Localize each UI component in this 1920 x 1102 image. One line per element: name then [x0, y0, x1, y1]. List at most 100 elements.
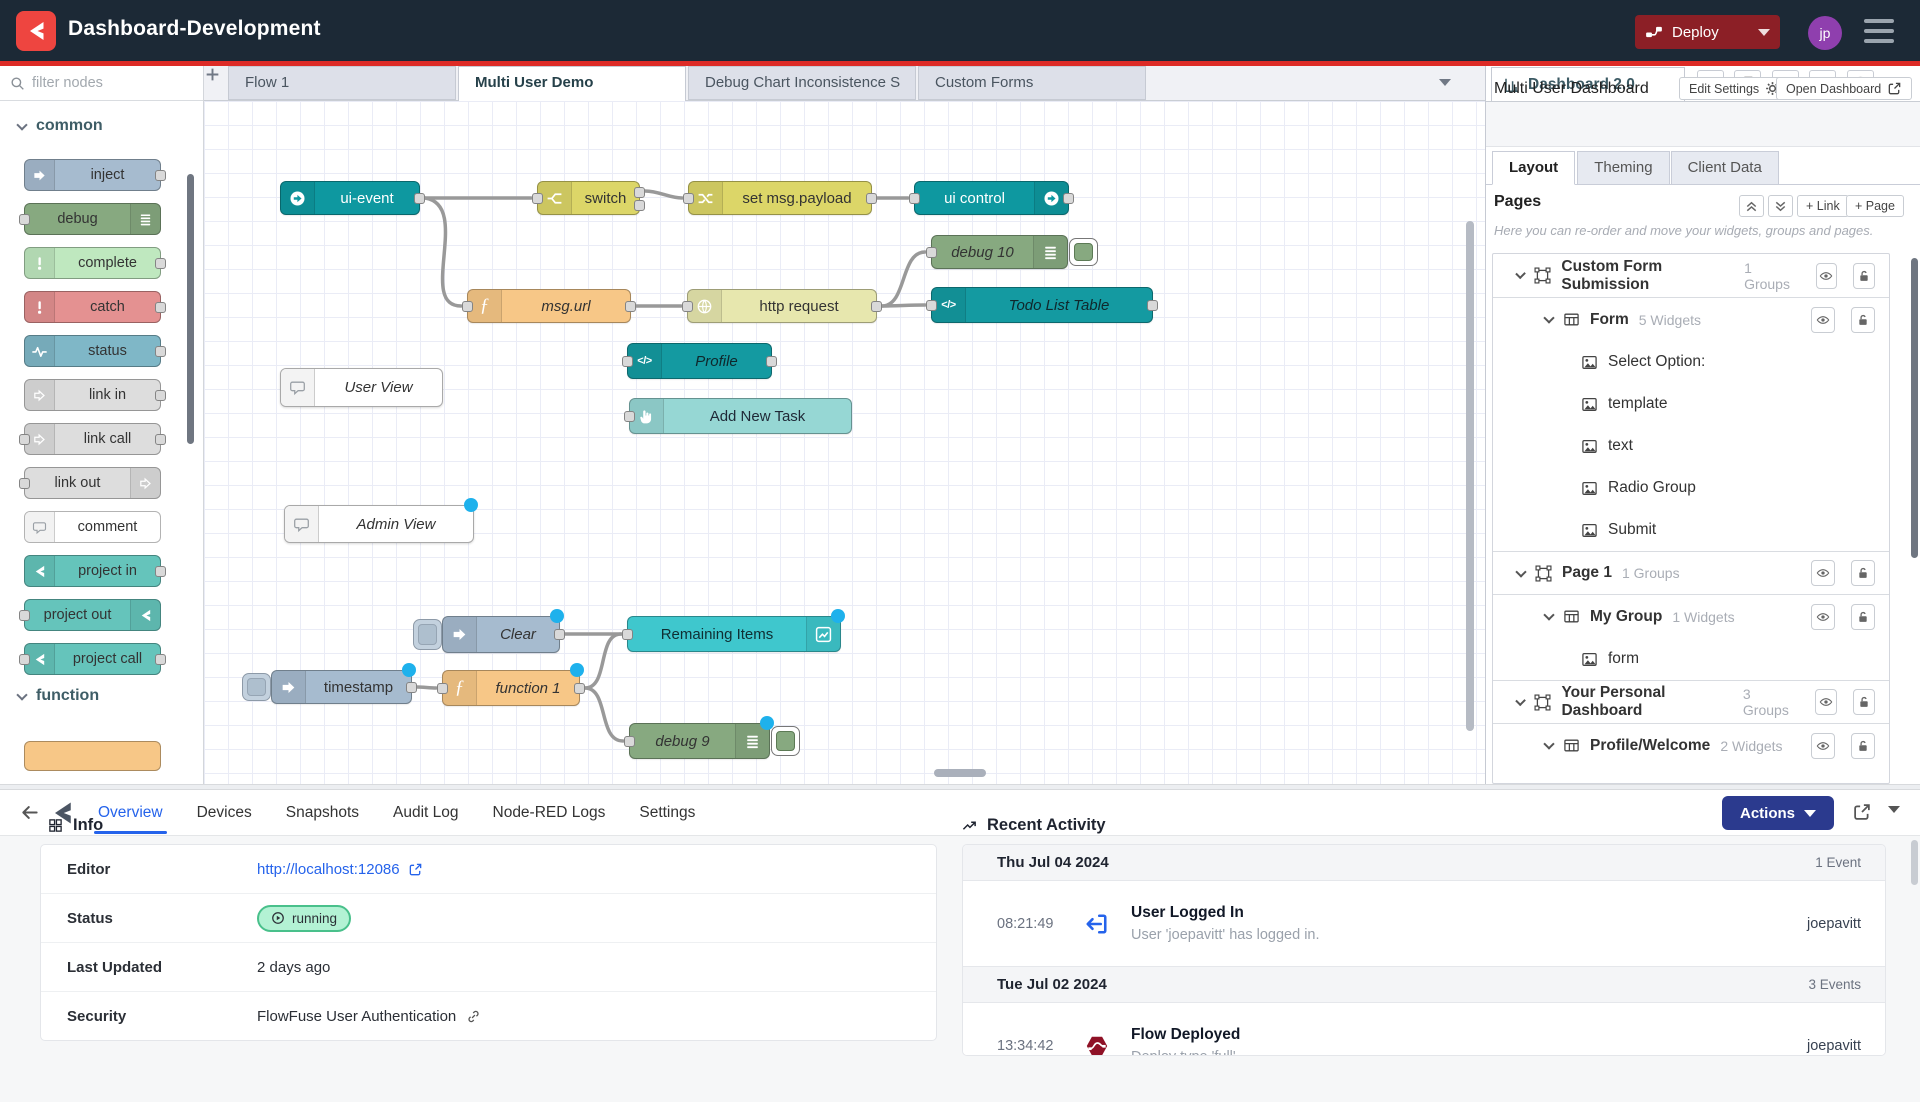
palette-section-common[interactable]: common: [18, 117, 204, 135]
chevron-down-icon[interactable]: [1515, 269, 1526, 280]
output-port[interactable]: [155, 170, 166, 181]
output-port[interactable]: [625, 301, 636, 312]
input-port[interactable]: [437, 683, 448, 694]
tree-group-form[interactable]: Form5 Widgets: [1493, 298, 1889, 341]
activity-event-flow-deployed[interactable]: 13:34:42Flow DeployedDeploy type 'full'j…: [963, 1003, 1885, 1056]
filter-nodes-input[interactable]: [32, 75, 172, 91]
palette-node-project-out[interactable]: project out: [24, 599, 161, 631]
tab-client-data[interactable]: Client Data: [1671, 151, 1779, 185]
input-port[interactable]: [683, 193, 694, 204]
lock-toggle-button[interactable]: [1853, 689, 1875, 715]
flow-node-add-new-task[interactable]: Add New Task: [629, 398, 852, 434]
flow-tab-custom-forms[interactable]: Custom Forms: [918, 66, 1146, 100]
back-button[interactable]: [20, 803, 39, 822]
input-port[interactable]: [622, 356, 633, 367]
output-port[interactable]: [406, 682, 417, 693]
input-port[interactable]: [462, 301, 473, 312]
tree-widget-radio-group[interactable]: Radio Group: [1493, 467, 1889, 509]
flow-node-ui-control[interactable]: ui control: [914, 181, 1069, 215]
collapse-all-button[interactable]: [1739, 195, 1764, 217]
input-port[interactable]: [532, 193, 543, 204]
tree-widget-submit[interactable]: Submit: [1493, 509, 1889, 551]
output-port[interactable]: [1147, 300, 1158, 311]
palette-node-comment[interactable]: comment: [24, 511, 161, 543]
output-port[interactable]: [155, 566, 166, 577]
tree-page-your-personal-dashboard[interactable]: Your Personal Dashboard3 Groups: [1493, 680, 1889, 724]
tree-page-custom-form-submission[interactable]: Custom Form Submission1 Groups: [1493, 254, 1889, 298]
chevron-down-icon[interactable]: [1543, 312, 1554, 323]
flow-canvas[interactable]: ui-eventswitchset msg.payloadui controld…: [204, 101, 1485, 784]
output-port[interactable]: [866, 193, 877, 204]
instance-tab-devices[interactable]: Devices: [197, 803, 252, 823]
palette-node-inject[interactable]: inject: [24, 159, 161, 191]
visibility-toggle-button[interactable]: [1816, 263, 1838, 289]
instance-tab-settings[interactable]: Settings: [639, 803, 695, 823]
palette-node-project-call[interactable]: project call: [24, 643, 161, 675]
tree-group-my-group[interactable]: My Group1 Widgets: [1493, 595, 1889, 638]
sidebar-scrollbar[interactable]: [1911, 258, 1918, 558]
visibility-toggle-button[interactable]: [1811, 307, 1835, 333]
expand-all-button[interactable]: [1768, 195, 1793, 217]
activity-event-user-logged-in[interactable]: 08:21:49User Logged InUser 'joepavitt' h…: [963, 881, 1885, 967]
tree-widget-template[interactable]: template: [1493, 383, 1889, 425]
tree-page-page-1[interactable]: Page 11 Groups: [1493, 551, 1889, 595]
open-in-new-icon[interactable]: [1852, 802, 1872, 822]
output-port[interactable]: [155, 258, 166, 269]
add-page-button[interactable]: + Page: [1846, 195, 1904, 217]
flow-node-user-view[interactable]: User View: [280, 368, 443, 407]
tree-widget-text[interactable]: text: [1493, 425, 1889, 467]
palette-node-complete[interactable]: complete: [24, 247, 161, 279]
tree-widget-select-option[interactable]: Select Option:: [1493, 341, 1889, 383]
output-port[interactable]: [1063, 193, 1074, 204]
input-port[interactable]: [622, 629, 633, 640]
flow-node-remaining-items[interactable]: Remaining Items: [627, 616, 841, 652]
chevron-down-icon[interactable]: [1543, 609, 1554, 620]
chevron-down-icon[interactable]: [1515, 566, 1526, 577]
flow-node-debug-10[interactable]: debug 10: [931, 235, 1068, 269]
palette-node-link-in[interactable]: link in: [24, 379, 161, 411]
lock-toggle-button[interactable]: [1851, 560, 1875, 586]
flow-tab-flow-1[interactable]: Flow 1: [228, 66, 456, 100]
flow-node-todo-list-table[interactable]: </>Todo List Table: [931, 287, 1153, 323]
flow-list-caret-icon[interactable]: [1439, 79, 1451, 86]
output-port[interactable]: [766, 356, 777, 367]
input-port[interactable]: [19, 654, 30, 665]
chevron-down-icon[interactable]: [1515, 695, 1526, 706]
tab-theming[interactable]: Theming: [1577, 151, 1669, 185]
flow-node-profile[interactable]: </>Profile: [627, 343, 772, 379]
palette-node-function-partial[interactable]: [24, 741, 161, 771]
instance-tab-node-red-logs[interactable]: Node-RED Logs: [493, 803, 606, 823]
palette-search[interactable]: [0, 66, 203, 101]
collapse-panel-caret-icon[interactable]: [1888, 806, 1900, 813]
palette-node-debug[interactable]: debug: [24, 203, 161, 235]
palette-node-project-in[interactable]: project in: [24, 555, 161, 587]
palette-node-status[interactable]: status: [24, 335, 161, 367]
palette-node-catch[interactable]: catch: [24, 291, 161, 323]
palette-scrollbar[interactable]: [187, 174, 194, 444]
output-port[interactable]: [871, 301, 882, 312]
tree-group-profile-welcome[interactable]: Profile/Welcome2 Widgets: [1493, 724, 1889, 767]
palette-node-link-out[interactable]: link out: [24, 467, 161, 499]
edit-settings-button[interactable]: Edit Settings: [1679, 77, 1790, 100]
user-avatar[interactable]: jp: [1808, 16, 1842, 50]
visibility-toggle-button[interactable]: [1815, 689, 1837, 715]
output-port[interactable]: [155, 434, 166, 445]
deploy-button[interactable]: Deploy: [1635, 15, 1780, 49]
input-port[interactable]: [682, 301, 693, 312]
input-port[interactable]: [624, 736, 635, 747]
output-port[interactable]: [155, 390, 166, 401]
input-port[interactable]: [19, 610, 30, 621]
flow-node-admin-view[interactable]: Admin View: [284, 505, 474, 543]
input-port[interactable]: [19, 214, 30, 225]
flow-node-clear[interactable]: Clear: [442, 616, 560, 653]
input-port[interactable]: [19, 478, 30, 489]
editor-url-link[interactable]: http://localhost:12086: [257, 861, 423, 878]
input-port[interactable]: [926, 247, 937, 258]
tree-widget-form[interactable]: form: [1493, 638, 1889, 680]
input-port[interactable]: [909, 193, 920, 204]
flow-node-switch[interactable]: switch: [537, 181, 640, 215]
visibility-toggle-button[interactable]: [1811, 560, 1835, 586]
lock-toggle-button[interactable]: [1851, 733, 1875, 759]
output-port[interactable]: [155, 346, 166, 357]
lock-toggle-button[interactable]: [1853, 263, 1875, 289]
